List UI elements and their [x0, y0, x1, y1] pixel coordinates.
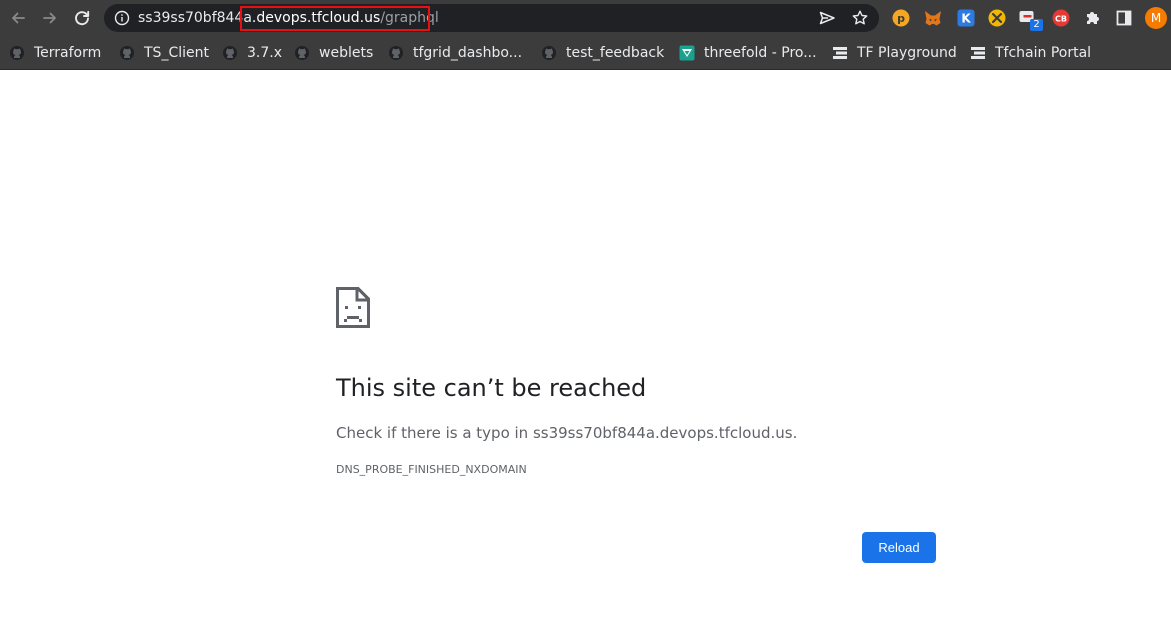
- bookmark-item[interactable]: threefold - Pro...: [679, 42, 817, 64]
- svg-text:K: K: [961, 12, 971, 26]
- send-icon[interactable]: [818, 9, 836, 27]
- bookmark-label: threefold - Pro...: [704, 45, 817, 61]
- error-code: DNS_PROBE_FINISHED_NXDOMAIN: [336, 463, 527, 476]
- bookmark-item[interactable]: weblets: [294, 42, 373, 64]
- bookmark-label: weblets: [319, 45, 374, 61]
- refresh-icon: [75, 10, 90, 26]
- extension-badge: 2: [1030, 19, 1043, 31]
- reload-page-button[interactable]: [70, 6, 94, 30]
- browser-toolbar: ss39ss70bf844a.devops.tfcloud.us/graphql…: [0, 0, 1171, 36]
- bookmark-label: test_feedback: [566, 45, 665, 61]
- svg-text:CB: CB: [1055, 15, 1067, 24]
- github-icon: [295, 46, 309, 60]
- bookmark-label: 3.7.x: [247, 45, 282, 61]
- k-extension-icon[interactable]: K: [956, 8, 976, 28]
- back-button[interactable]: [6, 6, 30, 30]
- arrow-left-icon: [12, 12, 25, 24]
- sad-page-icon: [336, 287, 370, 328]
- polkadot-extension-icon[interactable]: p: [891, 8, 911, 28]
- puzzle-extensions-icon[interactable]: [1083, 8, 1103, 28]
- profile-avatar[interactable]: M: [1145, 7, 1167, 29]
- svg-text:p: p: [897, 12, 905, 25]
- bookmark-label: Terraform: [34, 45, 102, 61]
- tf-stack-icon: [833, 47, 847, 59]
- bookmark-item[interactable]: tfgrid_dashbo...: [388, 42, 522, 64]
- forward-button[interactable]: [38, 6, 62, 30]
- url-highlight-box: [240, 6, 430, 31]
- swap-extension-icon[interactable]: [987, 8, 1007, 28]
- bookmarks-bar: Terraform TS_Client 3.7.x weblets tfgrid…: [0, 36, 1171, 70]
- bookmark-item[interactable]: Terraform: [9, 42, 101, 64]
- github-icon: [542, 46, 556, 60]
- threefold-icon: [679, 45, 695, 61]
- bookmark-label: TF Playground: [857, 45, 957, 61]
- cb-extension-icon[interactable]: CB: [1051, 8, 1071, 28]
- bookmark-label: TS_Client: [144, 45, 209, 61]
- github-icon: [120, 46, 134, 60]
- bookmark-item[interactable]: Tfchain Portal: [970, 42, 1091, 64]
- bookmark-item[interactable]: TF Playground: [832, 42, 957, 64]
- address-bar[interactable]: ss39ss70bf844a.devops.tfcloud.us/graphql: [104, 4, 879, 32]
- error-title: This site can’t be reached: [336, 374, 647, 402]
- info-icon[interactable]: [114, 10, 130, 26]
- github-icon: [223, 46, 237, 60]
- tf-stack-icon: [971, 47, 985, 59]
- bookmark-label: tfgrid_dashbo...: [413, 45, 523, 61]
- bookmark-label: Tfchain Portal: [995, 45, 1092, 61]
- url-subdomain: ss39ss70bf844a: [138, 10, 252, 26]
- side-panel-icon[interactable]: [1114, 8, 1134, 28]
- github-icon: [389, 46, 403, 60]
- bookmark-item[interactable]: TS_Client: [119, 42, 209, 64]
- arrow-right-icon: [43, 12, 56, 24]
- github-icon: [10, 46, 24, 60]
- bookmark-star-icon[interactable]: [851, 9, 869, 27]
- error-description: Check if there is a typo in ss39ss70bf84…: [336, 424, 798, 442]
- bookmark-item[interactable]: 3.7.x: [222, 42, 282, 64]
- bookmark-item[interactable]: test_feedback: [541, 42, 664, 64]
- metamask-icon[interactable]: [923, 8, 943, 28]
- reload-button[interactable]: Reload: [862, 532, 936, 563]
